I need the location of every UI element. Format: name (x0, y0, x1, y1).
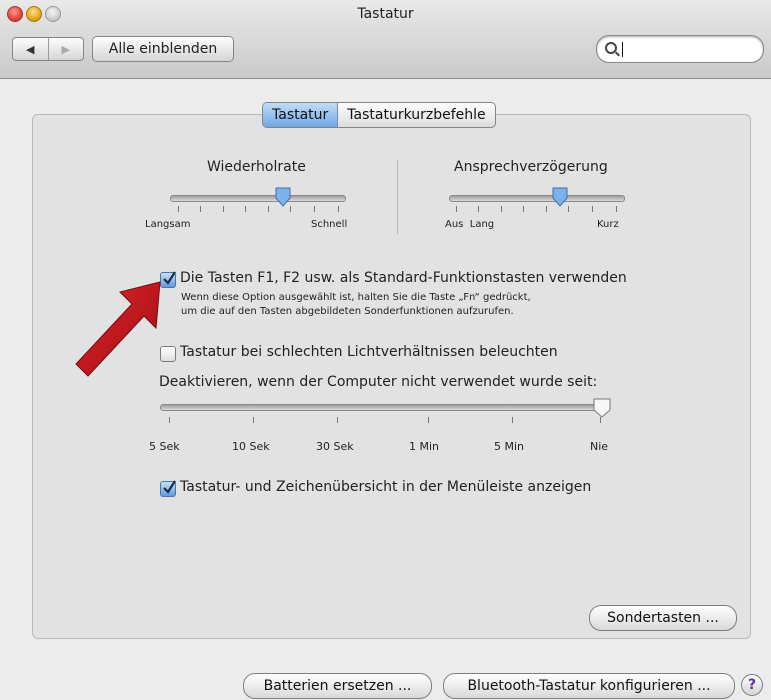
repeat-rate-label: Wiederholrate (207, 159, 306, 175)
repeat-delay-ticks (456, 206, 617, 214)
preferences-window: Tastatur ◀ ▶ Alle einblenden Tastatur Ta… (0, 0, 771, 700)
nav-segment: ◀ ▶ (12, 37, 84, 61)
repeat-rate-max-label: Schnell (311, 219, 348, 230)
red-arrow-annotation (75, 281, 161, 377)
back-button[interactable]: ◀ (13, 38, 48, 60)
backlight-checkbox[interactable] (160, 346, 176, 362)
search-icon (605, 42, 617, 54)
checkmark-icon (163, 480, 176, 494)
backlight-timeout-slider[interactable] (160, 404, 606, 411)
configure-bluetooth-keyboard-button[interactable]: Bluetooth-Tastatur konfigurieren ... (443, 673, 735, 699)
repeat-delay-slider[interactable] (449, 195, 625, 202)
backlight-timeout-knob[interactable] (592, 398, 612, 418)
fn-keys-description-1: Wenn diese Option ausgewählt ist, halten… (181, 292, 531, 303)
keyboard-viewer-checkbox[interactable] (160, 480, 176, 497)
repeat-rate-knob[interactable] (275, 187, 291, 207)
divider (397, 160, 398, 234)
timeout-tick-label: Nie (590, 440, 609, 453)
repeat-delay-label: Ansprechverzögerung (454, 159, 608, 175)
search-input[interactable] (596, 35, 764, 63)
text-caret (622, 42, 623, 57)
repeat-delay-min-labels: Aus Lang (445, 219, 495, 230)
deactivate-label: Deaktivieren, wenn der Computer nicht ve… (159, 374, 598, 390)
repeat-delay-knob[interactable] (552, 187, 568, 207)
tab-keyboard[interactable]: Tastatur (263, 103, 339, 127)
keyboard-viewer-label: Tastatur- und Zeichenübersicht in der Me… (180, 479, 592, 495)
repeat-rate-min-label: Langsam (145, 219, 191, 230)
help-button[interactable]: ? (741, 674, 763, 696)
timeout-tick-label: 30 Sek (316, 440, 354, 453)
tab-shortcuts[interactable]: Tastaturkurzbefehle (338, 103, 494, 127)
timeout-tick-label: 5 Min (494, 440, 525, 453)
timeout-tick-label: 5 Sek (149, 440, 180, 453)
forward-button[interactable]: ▶ (47, 38, 84, 60)
repeat-rate-slider[interactable] (170, 195, 346, 202)
backlight-label: Tastatur bei schlechten Lichtverhältniss… (180, 344, 558, 360)
timeout-tick-label: 1 Min (409, 440, 440, 453)
repeat-rate-ticks (178, 206, 339, 214)
toolbar: Tastatur ◀ ▶ Alle einblenden (0, 0, 771, 79)
replace-batteries-button[interactable]: Batterien ersetzen ... (243, 673, 432, 699)
modifier-keys-button[interactable]: Sondertasten ... (589, 605, 737, 631)
repeat-delay-max-label: Kurz (597, 219, 619, 230)
window-title: Tastatur (357, 6, 414, 22)
timeout-tick-label: 10 Sek (232, 440, 270, 453)
tab-bar: Tastatur Tastaturkurzbefehle (262, 102, 496, 128)
fn-keys-description-2: um die auf den Tasten abgebildeten Sonde… (181, 306, 514, 317)
show-all-button[interactable]: Alle einblenden (92, 36, 234, 62)
backlight-timeout-ticks (169, 417, 601, 425)
fn-keys-label: Die Tasten F1, F2 usw. als Standard-Funk… (180, 270, 627, 286)
